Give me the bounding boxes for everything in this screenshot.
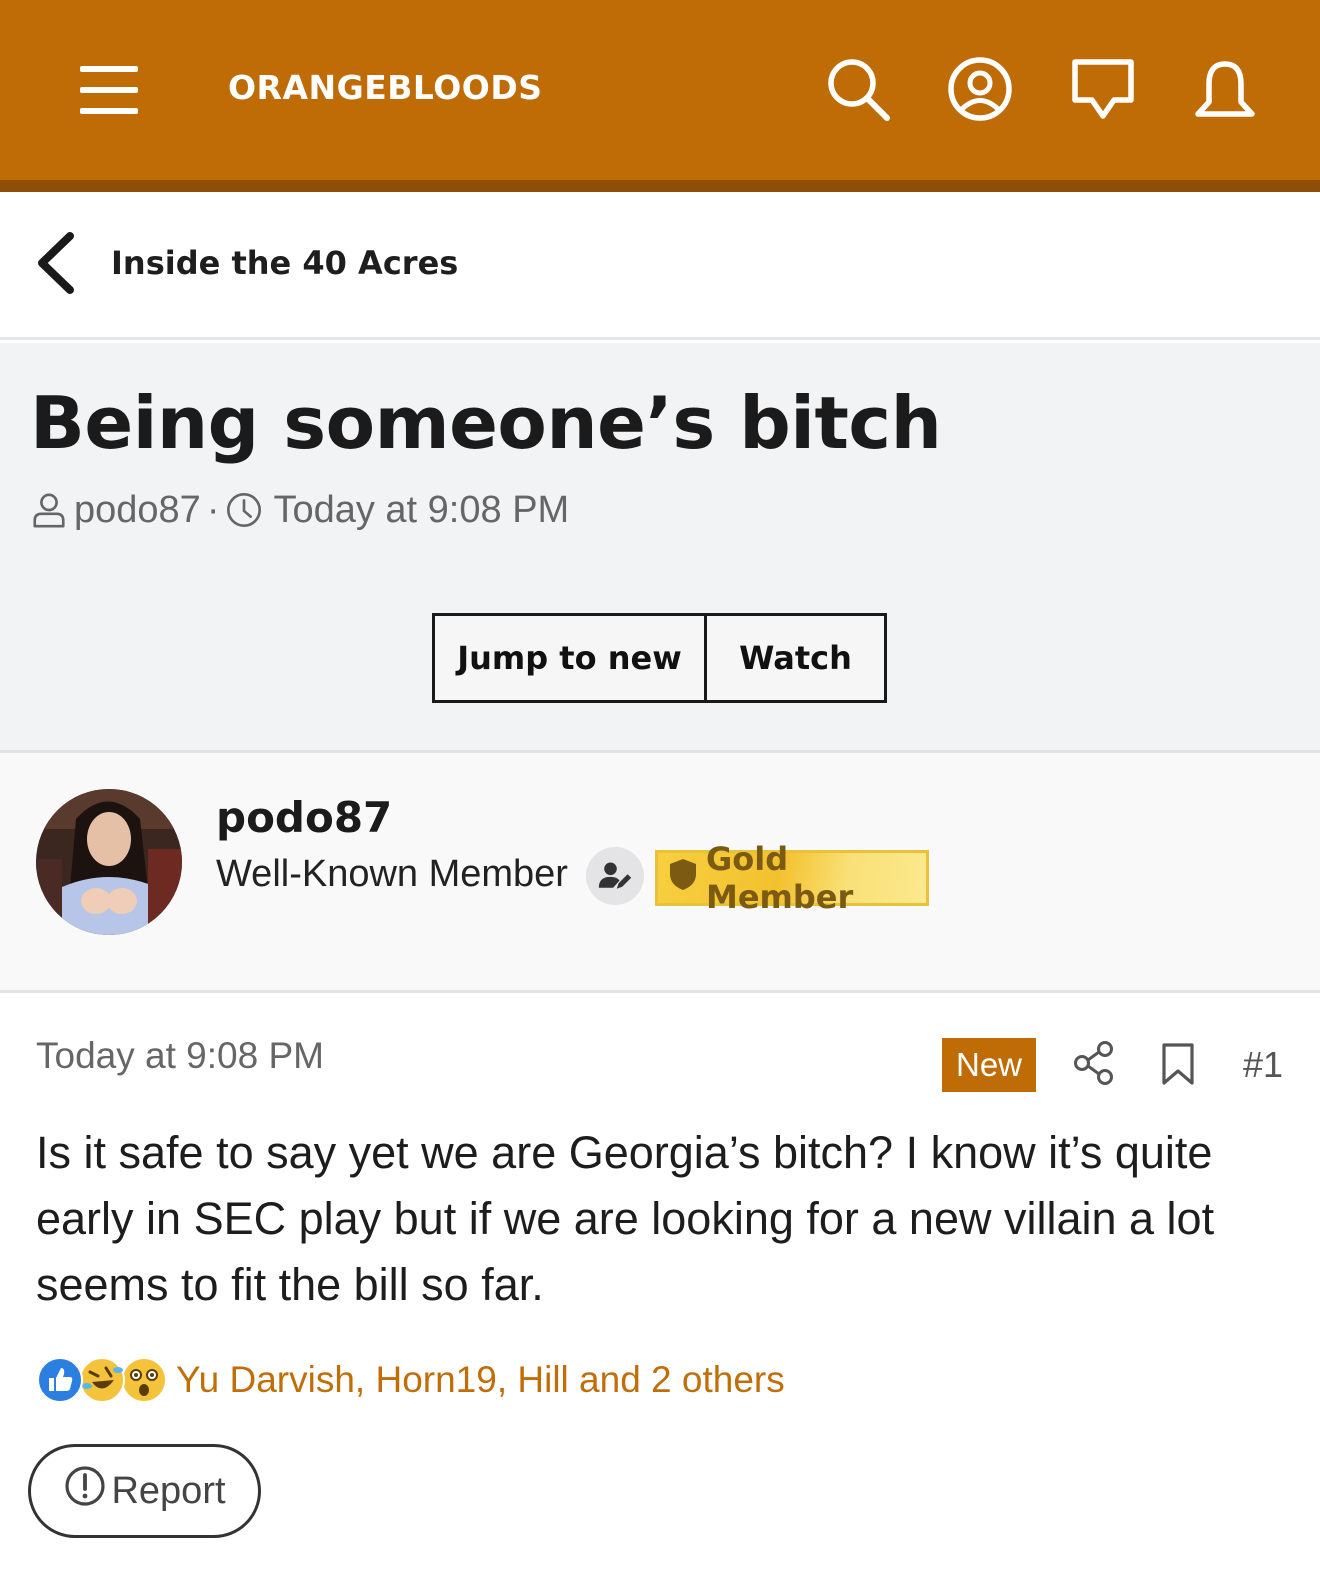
menu-icon[interactable] xyxy=(80,66,138,114)
page-title: Being someone’s bitch xyxy=(30,381,942,465)
meta-separator: · xyxy=(206,488,220,531)
chevron-left-icon[interactable] xyxy=(30,230,82,296)
laugh-icon xyxy=(78,1356,126,1404)
thread-actions: Jump to new Watch xyxy=(432,613,887,703)
site-title[interactable]: ORANGEBLOODS xyxy=(228,68,543,107)
jump-to-new-button[interactable]: Jump to new xyxy=(432,613,707,703)
bookmark-icon[interactable] xyxy=(1160,1042,1196,1086)
gold-member-badge: Gold Member xyxy=(655,840,929,916)
search-icon[interactable] xyxy=(825,56,891,122)
like-icon xyxy=(36,1356,84,1404)
top-navigation-bar: ORANGEBLOODS xyxy=(0,0,1320,180)
reactions-list-link[interactable]: Yu Darvish, Horn19, Hill and 2 others xyxy=(176,1359,785,1401)
account-icon[interactable] xyxy=(947,56,1013,122)
post-number-link[interactable]: #1 xyxy=(1243,1044,1283,1086)
shield-icon xyxy=(668,857,706,899)
report-label: Report xyxy=(111,1469,226,1512)
post-date-link[interactable]: Today at 9:08 PM xyxy=(36,1035,324,1077)
breadcrumb: Inside the 40 Acres xyxy=(0,192,1320,340)
user-icon xyxy=(30,491,68,529)
breadcrumb-forum-link[interactable]: Inside the 40 Acres xyxy=(111,244,458,282)
report-button[interactable]: Report xyxy=(28,1444,261,1538)
thread-meta: podo87 · Today at 9:08 PM xyxy=(30,485,569,535)
messages-icon[interactable] xyxy=(1070,56,1136,122)
thread-start-time[interactable]: Today at 9:08 PM xyxy=(273,489,569,532)
new-badge: New xyxy=(942,1038,1036,1092)
wow-icon xyxy=(120,1356,168,1404)
thread-header: Being someone’s bitch podo87 · Today at … xyxy=(0,343,1320,753)
author-username-link[interactable]: podo87 xyxy=(216,793,392,842)
avatar[interactable] xyxy=(36,789,182,935)
user-title: Well-Known Member xyxy=(216,853,568,895)
user-edit-icon xyxy=(586,847,644,905)
thread-author-link[interactable]: podo87 xyxy=(74,489,201,532)
reactions-bar[interactable]: Yu Darvish, Horn19, Hill and 2 others xyxy=(36,1352,785,1408)
share-icon[interactable] xyxy=(1072,1040,1116,1086)
post-body: Is it safe to say yet we are Georgia’s b… xyxy=(36,1127,1215,1310)
post-author-block: podo87 Well-Known Member Gold Member xyxy=(0,753,1320,993)
badge-label: Gold Member xyxy=(706,840,854,916)
clock-icon xyxy=(225,491,263,529)
alert-icon xyxy=(63,1464,111,1518)
watch-button[interactable]: Watch xyxy=(707,613,887,703)
header-divider xyxy=(0,180,1320,192)
alerts-icon[interactable] xyxy=(1192,56,1258,122)
